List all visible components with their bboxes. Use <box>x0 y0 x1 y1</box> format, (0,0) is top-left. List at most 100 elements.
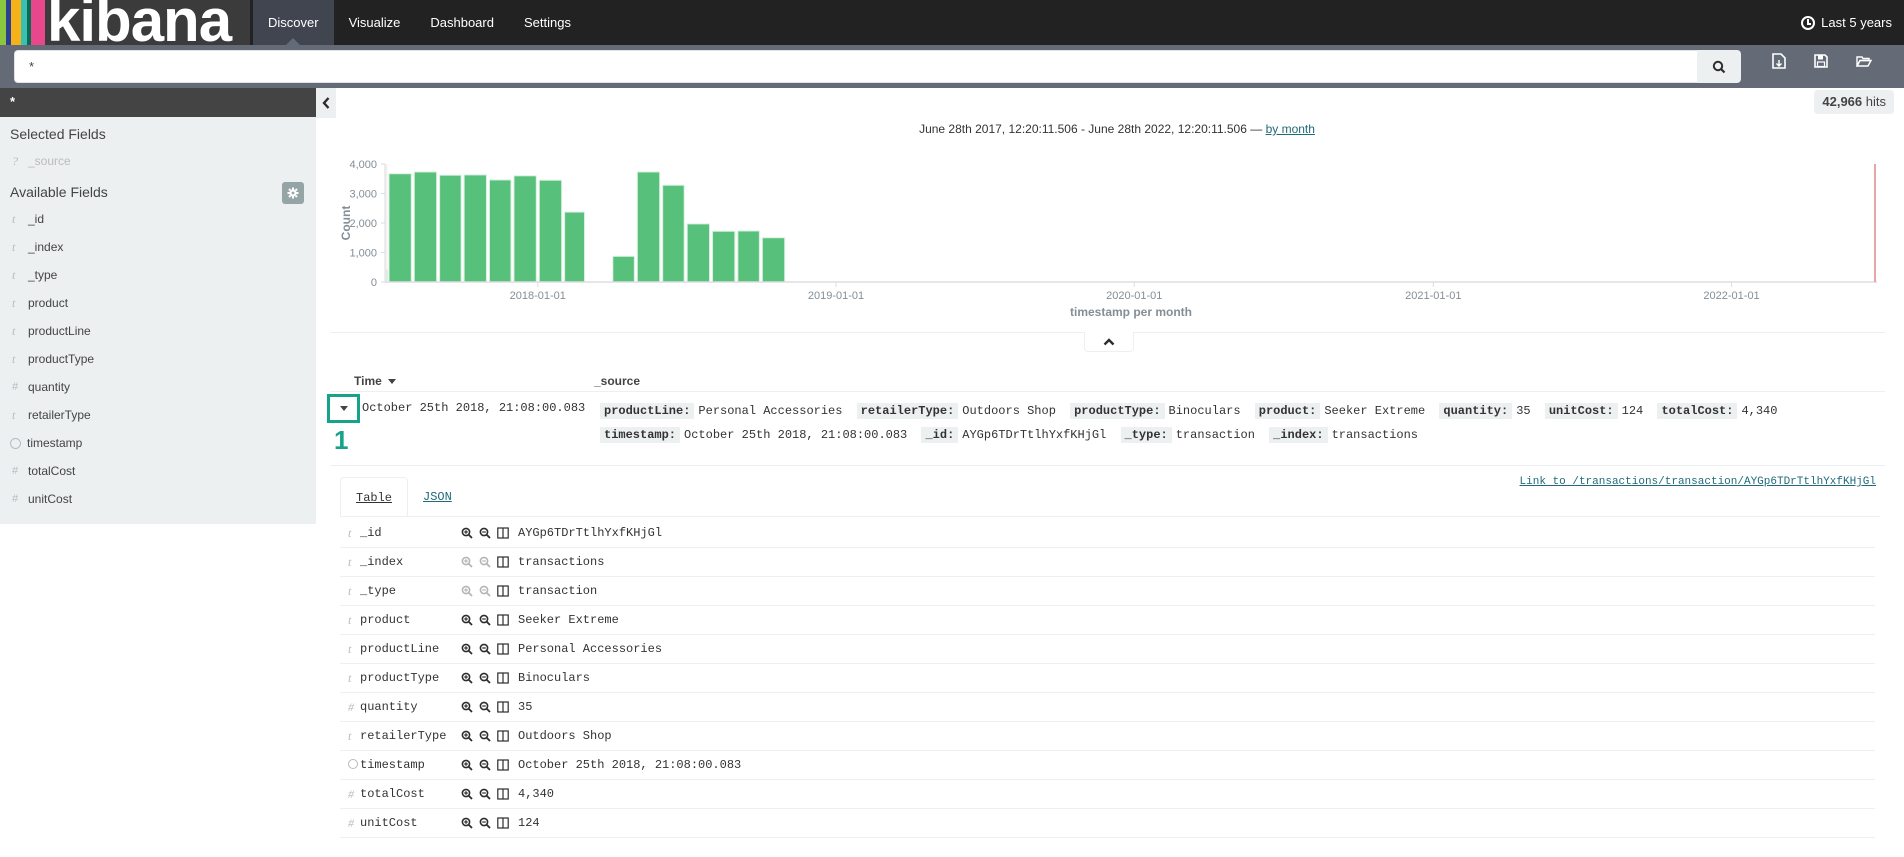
y-tick-label: 3,000 <box>349 189 377 201</box>
detail-field-value: Personal Accessories <box>518 642 663 656</box>
field-actions <box>460 700 518 714</box>
field-name: quantity <box>28 380 71 394</box>
field-item-product[interactable]: t product <box>0 289 316 317</box>
detail-field-value: Binoculars <box>518 671 591 685</box>
interval-link[interactable]: by month <box>1266 122 1315 136</box>
filter-for-value-icon[interactable] <box>460 758 474 772</box>
query-input[interactable] <box>14 50 1698 83</box>
source-value: Outdoors Shop <box>962 404 1056 418</box>
filter-for-value-icon[interactable] <box>460 700 474 714</box>
new-search-button[interactable] <box>1768 50 1790 72</box>
filter-out-value-icon[interactable] <box>478 700 492 714</box>
filter-out-value-icon[interactable] <box>478 642 492 656</box>
bar-2018-04 <box>612 255 635 283</box>
filter-out-value-icon[interactable] <box>478 526 492 540</box>
time-column-header[interactable]: Time <box>354 374 397 388</box>
filter-out-value-icon[interactable] <box>478 758 492 772</box>
filter-for-value-icon[interactable] <box>460 671 474 685</box>
toggle-column-icon[interactable] <box>496 729 510 743</box>
toggle-column-icon[interactable] <box>496 671 510 685</box>
field-item-id[interactable]: t _id <box>0 205 316 233</box>
sort-desc-icon[interactable] <box>388 379 397 385</box>
source-key: _index: <box>1269 427 1328 443</box>
save-search-button[interactable] <box>1810 50 1832 72</box>
filter-for-value-icon[interactable] <box>460 613 474 627</box>
field-item-totalCost[interactable]: # totalCost <box>0 457 316 485</box>
search-button[interactable] <box>1697 50 1741 83</box>
filter-out-value-icon[interactable] <box>478 613 492 627</box>
field-item-unitCost[interactable]: # unitCost <box>0 485 316 513</box>
filter-out-value-icon[interactable] <box>478 787 492 801</box>
row-timestamp: October 25th 2018, 21:08:00.083 <box>362 401 586 415</box>
available-fields-list: t _id t _index t _type t product t productLine t pr… <box>0 205 316 513</box>
header-divider <box>330 391 1885 392</box>
toggle-column-icon[interactable] <box>496 787 510 801</box>
source-key: product: <box>1254 403 1321 419</box>
toggle-column-icon[interactable] <box>496 526 510 540</box>
detail-field-name: retailerType <box>360 729 447 743</box>
field-item-productLine[interactable]: t productLine <box>0 317 316 345</box>
string-type-icon: t <box>348 670 352 685</box>
toggle-column-icon[interactable] <box>496 816 510 830</box>
field-item-productType[interactable]: t productType <box>0 345 316 373</box>
field-actions <box>460 555 518 569</box>
field-item-index[interactable]: t _index <box>0 233 316 261</box>
string-type-icon: t <box>348 612 352 627</box>
filter-out-value-icon <box>478 555 492 569</box>
y-tick-label: 0 <box>371 277 377 289</box>
filter-for-value-icon <box>460 584 474 598</box>
open-search-button[interactable] <box>1853 50 1875 72</box>
filter-for-value-icon[interactable] <box>460 642 474 656</box>
nav-tab-visualize[interactable]: Visualize <box>334 0 416 45</box>
chevron-up-icon <box>1103 337 1115 345</box>
tab-table[interactable]: Table <box>340 477 409 517</box>
document-link[interactable]: Link to /transactions/transaction/AYGp6T… <box>1520 476 1876 488</box>
source-key: totalCost: <box>1657 403 1738 419</box>
detail-row-totalCost: # totalCost 4,340 <box>340 780 1875 809</box>
detail-field-name: product <box>360 613 411 627</box>
filter-for-value-icon[interactable] <box>460 787 474 801</box>
filter-for-value-icon[interactable] <box>460 816 474 830</box>
source-value: transactions <box>1331 428 1418 442</box>
toggle-column-icon[interactable] <box>496 584 510 598</box>
x-tick-label: 2022-01-01 <box>1703 290 1759 302</box>
detail-row-retailerType: t retailerType Outdoors Shop <box>340 722 1875 751</box>
detail-field-value: October 25th 2018, 21:08:00.083 <box>518 758 742 772</box>
timepicker-button[interactable]: Last 5 years <box>1801 0 1892 45</box>
date-type-icon <box>340 758 360 773</box>
selected-field-source[interactable]: ? _source <box>0 147 316 175</box>
toggle-column-icon[interactable] <box>496 758 510 772</box>
nav-tab-dashboard[interactable]: Dashboard <box>415 0 509 45</box>
detail-field-name: _type <box>360 584 397 598</box>
toggle-column-icon[interactable] <box>496 613 510 627</box>
nav-tab-discover[interactable]: Discover <box>253 0 334 45</box>
filter-out-value-icon[interactable] <box>478 729 492 743</box>
filter-out-value-icon[interactable] <box>478 816 492 830</box>
toggle-chart-button[interactable] <box>1084 332 1134 352</box>
index-pattern-label[interactable]: * <box>0 88 316 117</box>
detail-row-type: t _type transaction <box>340 577 1875 606</box>
toggle-column-icon[interactable] <box>496 642 510 656</box>
field-settings-button[interactable] <box>282 182 304 204</box>
toggle-column-icon[interactable] <box>496 700 510 714</box>
nav-tab-settings[interactable]: Settings <box>509 0 586 45</box>
field-item-timestamp[interactable]: timestamp <box>0 429 316 457</box>
field-actions <box>460 642 518 656</box>
bar-2018-09 <box>737 230 760 283</box>
filter-for-value-icon[interactable] <box>460 526 474 540</box>
source-key: retailerType: <box>856 403 959 419</box>
field-item-quantity[interactable]: # quantity <box>0 373 316 401</box>
filter-for-value-icon[interactable] <box>460 729 474 743</box>
collapse-sidebar-button[interactable] <box>316 88 336 118</box>
field-actions <box>460 787 518 801</box>
filter-out-value-icon[interactable] <box>478 671 492 685</box>
kibana-logo[interactable]: kibana <box>0 0 250 45</box>
toggle-column-icon[interactable] <box>496 555 510 569</box>
x-tick-label: 2018-01-01 <box>510 290 566 302</box>
y-tick-label: 4,000 <box>349 159 377 171</box>
tab-json[interactable]: JSON <box>408 477 467 517</box>
bar-2018-08 <box>712 230 736 283</box>
field-item-type[interactable]: t _type <box>0 261 316 289</box>
expand-row-button[interactable] <box>327 394 360 423</box>
field-item-retailerType[interactable]: t retailerType <box>0 401 316 429</box>
